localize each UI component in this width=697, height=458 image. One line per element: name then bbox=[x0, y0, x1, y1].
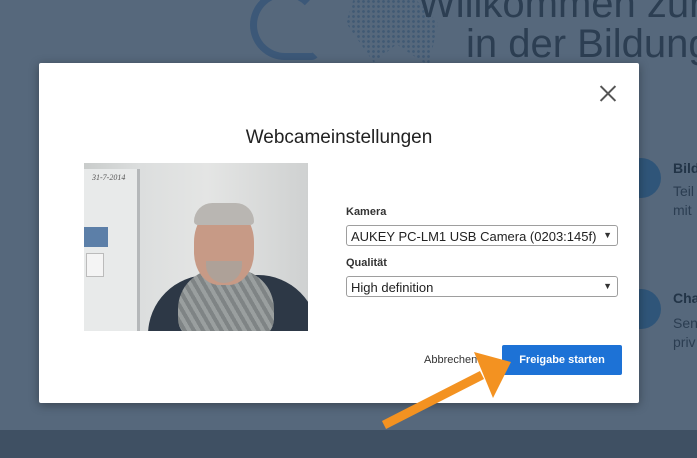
caret-down-icon: ▼ bbox=[603, 281, 612, 291]
preview-hair bbox=[194, 203, 254, 225]
welcome-heading-line2: in der Bildungs bbox=[466, 22, 697, 66]
start-sharing-button[interactable]: Freigabe starten bbox=[502, 345, 622, 375]
feature-text: Sen bbox=[673, 315, 697, 331]
feature-title: Cha bbox=[673, 290, 697, 306]
preview-writing: 31-7-2014 bbox=[92, 173, 126, 182]
feature-text: priv bbox=[673, 334, 696, 350]
caret-down-icon: ▼ bbox=[603, 230, 612, 240]
webcam-preview: 31-7-2014 bbox=[84, 163, 308, 331]
quality-label: Qualität bbox=[346, 257, 387, 269]
feature-text: Teil bbox=[673, 183, 695, 199]
feature-text: mit bbox=[673, 202, 692, 218]
background-footer bbox=[0, 430, 697, 458]
close-icon[interactable] bbox=[598, 83, 618, 103]
camera-select-value: AUKEY PC-LM1 USB Camera (0203:145f) bbox=[351, 229, 597, 244]
logo-icon bbox=[250, 0, 320, 60]
camera-label: Kamera bbox=[346, 206, 387, 218]
webcam-settings-dialog: Webcameinstellungen 31-7-2014 Kamera AUK… bbox=[39, 63, 639, 403]
cancel-button[interactable]: Abbrechen bbox=[424, 354, 477, 366]
preview-door bbox=[84, 169, 140, 331]
feature-title: Bild bbox=[673, 160, 697, 176]
preview-paper bbox=[86, 253, 104, 277]
dialog-title: Webcameinstellungen bbox=[245, 127, 433, 148]
quality-select-value: High definition bbox=[351, 280, 434, 295]
quality-select[interactable]: High definition ▼ bbox=[346, 276, 618, 297]
preview-note bbox=[84, 227, 108, 247]
camera-select[interactable]: AUKEY PC-LM1 USB Camera (0203:145f) ▼ bbox=[346, 225, 618, 246]
